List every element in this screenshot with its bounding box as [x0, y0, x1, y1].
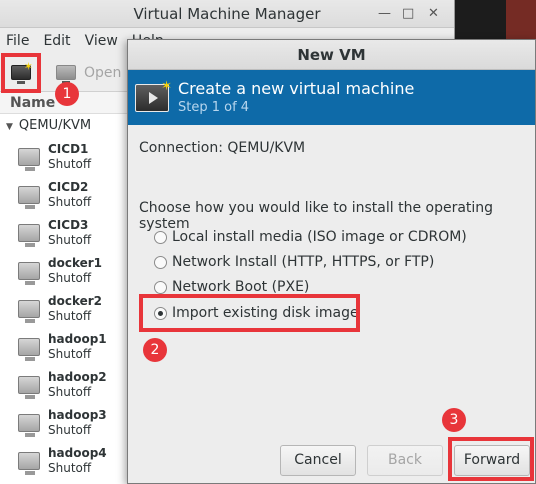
- new-vm-icon: ✶: [135, 79, 172, 112]
- vm-state: Shutoff: [48, 233, 92, 247]
- new-vm-dialog: New VM ✶ Create a new virtual machine St…: [127, 39, 536, 484]
- menu-view[interactable]: View: [85, 33, 118, 49]
- dialog-title: New VM: [128, 40, 535, 70]
- connection-label: Connection: QEMU/KVM: [139, 140, 306, 156]
- back-button[interactable]: Back: [367, 445, 443, 476]
- open-label: Open: [84, 64, 122, 81]
- vm-name: hadoop3: [48, 408, 107, 422]
- vm-state: Shutoff: [48, 309, 92, 323]
- monitor-icon: [56, 65, 76, 84]
- vm-state: Shutoff: [48, 157, 92, 171]
- vm-state: Shutoff: [48, 461, 92, 475]
- open-button[interactable]: Open: [56, 64, 122, 84]
- radio-button[interactable]: [154, 230, 167, 244]
- menu-edit[interactable]: Edit: [43, 33, 70, 49]
- radio-button[interactable]: [154, 255, 167, 269]
- banner-title: Create a new virtual machine: [178, 78, 415, 98]
- option-network-boot[interactable]: Network Boot (PXE): [154, 279, 309, 295]
- vm-name: hadoop1: [48, 332, 107, 346]
- cancel-button[interactable]: Cancel: [280, 445, 356, 476]
- screen: Virtual Machine Manager — □ ✕ File Edit …: [0, 0, 536, 484]
- step-badge-2: 2: [143, 338, 167, 362]
- vm-name: CICD1: [48, 142, 89, 156]
- vm-name: CICD3: [48, 218, 89, 232]
- vm-monitor-icon: [18, 414, 40, 437]
- option-network-install[interactable]: Network Install (HTTP, HTTPS, or FTP): [154, 254, 434, 270]
- vm-state: Shutoff: [48, 195, 92, 209]
- step-badge-1: 1: [55, 82, 79, 106]
- vm-state: Shutoff: [48, 347, 92, 361]
- vm-monitor-icon: [18, 300, 40, 323]
- minimize-icon[interactable]: —: [378, 0, 391, 28]
- vm-state: Shutoff: [48, 385, 92, 399]
- vm-monitor-icon: [18, 148, 40, 171]
- highlight-import-option: [139, 294, 360, 332]
- vm-monitor-icon: [18, 452, 40, 475]
- close-icon[interactable]: ✕: [428, 0, 439, 28]
- highlight-new-vm: [1, 53, 41, 93]
- vm-monitor-icon: [18, 224, 40, 247]
- banner-step: Step 1 of 4: [178, 99, 250, 115]
- option-label: Local install media (ISO image or CDROM): [172, 229, 467, 245]
- vm-name: docker1: [48, 256, 103, 270]
- vm-name: docker2: [48, 294, 103, 308]
- option-label: Network Install (HTTP, HTTPS, or FTP): [172, 254, 435, 270]
- menu-file[interactable]: File: [6, 33, 29, 49]
- group-label: QEMU/KVM: [18, 118, 92, 133]
- vmm-title: Virtual Machine Manager: [133, 5, 321, 23]
- step-badge-3: 3: [442, 408, 466, 432]
- vm-monitor-icon: [18, 338, 40, 361]
- vm-monitor-icon: [18, 262, 40, 285]
- expander-down-icon[interactable]: ▼: [6, 122, 13, 132]
- maximize-icon[interactable]: □: [402, 0, 414, 28]
- vm-name: CICD2: [48, 180, 89, 194]
- vmm-titlebar: Virtual Machine Manager — □ ✕: [0, 0, 454, 28]
- option-local-install[interactable]: Local install media (ISO image or CDROM): [154, 229, 467, 245]
- vm-state: Shutoff: [48, 271, 92, 285]
- option-label: Network Boot (PXE): [172, 279, 310, 295]
- radio-button[interactable]: [154, 280, 167, 294]
- vm-state: Shutoff: [48, 423, 92, 437]
- highlight-forward: [448, 437, 534, 481]
- wizard-banner: ✶ Create a new virtual machine Step 1 of…: [128, 70, 535, 125]
- install-method-prompt: Choose how you would like to install the…: [139, 200, 494, 232]
- vm-name: hadoop4: [48, 446, 107, 460]
- vm-monitor-icon: [18, 186, 40, 209]
- vm-name: hadoop2: [48, 370, 107, 384]
- vm-monitor-icon: [18, 376, 40, 399]
